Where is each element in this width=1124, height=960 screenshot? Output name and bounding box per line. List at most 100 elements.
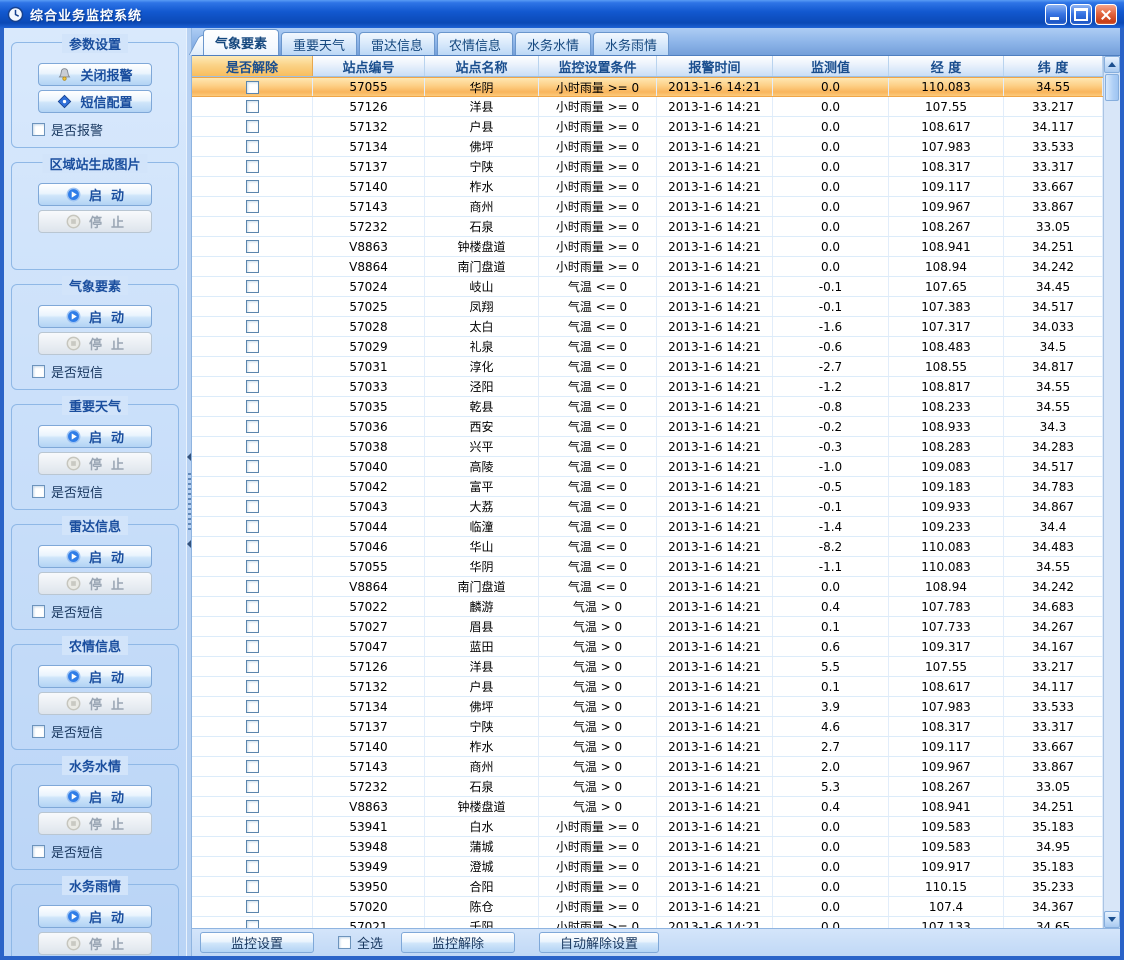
table-row[interactable]: 57042富平气温 <= 02013-1-6 14:21-0.5109.1833…	[192, 477, 1103, 497]
table-row[interactable]: 57132户县气温 > 02013-1-6 14:210.1108.61734.…	[192, 677, 1103, 697]
table-row[interactable]: 57055华阴气温 <= 02013-1-6 14:21-1.1110.0833…	[192, 557, 1103, 577]
table-row[interactable]: 57232石泉小时雨量 >= 02013-1-6 14:210.0108.267…	[192, 217, 1103, 237]
column-header-3[interactable]: 站点名称	[425, 56, 539, 76]
scrollbar-thumb[interactable]	[1105, 74, 1119, 101]
tab-3[interactable]: 雷达信息	[359, 32, 435, 55]
vertical-scrollbar[interactable]	[1103, 56, 1120, 928]
column-header-5[interactable]: 报警时间	[657, 56, 773, 76]
table-row[interactable]: 57029礼泉气温 <= 02013-1-6 14:21-0.6108.4833…	[192, 337, 1103, 357]
sms-enabled-checkbox[interactable]: 是否短信	[32, 722, 170, 741]
row-checkbox[interactable]	[246, 660, 259, 673]
column-header-8[interactable]: 纬 度	[1004, 56, 1103, 76]
table-row[interactable]: V8863钟楼盘道气温 > 02013-1-6 14:210.4108.9413…	[192, 797, 1103, 817]
table-row[interactable]: 57035乾县气温 <= 02013-1-6 14:21-0.8108.2333…	[192, 397, 1103, 417]
start-button[interactable]: 启 动	[38, 183, 152, 206]
table-row[interactable]: V8864南门盘道气温 <= 02013-1-6 14:210.0108.943…	[192, 577, 1103, 597]
start-button[interactable]: 启 动	[38, 905, 152, 928]
row-checkbox[interactable]	[246, 520, 259, 533]
checkbox-box[interactable]	[32, 365, 45, 378]
row-checkbox[interactable]	[246, 180, 259, 193]
row-checkbox[interactable]	[246, 500, 259, 513]
row-checkbox[interactable]	[246, 200, 259, 213]
row-checkbox[interactable]	[246, 300, 259, 313]
monitor-release-button[interactable]: 监控解除	[401, 932, 515, 953]
start-button[interactable]: 启 动	[38, 665, 152, 688]
table-row[interactable]: 57134佛坪气温 > 02013-1-6 14:213.9107.98333.…	[192, 697, 1103, 717]
table-row[interactable]: 57140柞水小时雨量 >= 02013-1-6 14:210.0109.117…	[192, 177, 1103, 197]
start-button[interactable]: 启 动	[38, 425, 152, 448]
splitter-collapse-icon[interactable]	[187, 453, 191, 461]
table-row[interactable]: 57038兴平气温 <= 02013-1-6 14:21-0.3108.2833…	[192, 437, 1103, 457]
table-row[interactable]: 57055华阴小时雨量 >= 02013-1-6 14:210.0110.083…	[192, 77, 1103, 97]
row-checkbox[interactable]	[246, 120, 259, 133]
table-row[interactable]: 57025凤翔气温 <= 02013-1-6 14:21-0.1107.3833…	[192, 297, 1103, 317]
row-checkbox[interactable]	[246, 620, 259, 633]
column-header-1[interactable]: 是否解除	[192, 56, 313, 76]
table-row[interactable]: 57137宁陕气温 > 02013-1-6 14:214.6108.31733.…	[192, 717, 1103, 737]
checkbox-box[interactable]	[32, 725, 45, 738]
table-row[interactable]: 53948蒲城小时雨量 >= 02013-1-6 14:210.0109.583…	[192, 837, 1103, 857]
stop-button[interactable]: 停 止	[38, 572, 152, 595]
maximize-button[interactable]	[1070, 4, 1092, 25]
tab-1[interactable]: 气象要素	[203, 29, 279, 55]
row-checkbox[interactable]	[246, 340, 259, 353]
row-checkbox[interactable]	[246, 540, 259, 553]
stop-button[interactable]: 停 止	[38, 210, 152, 233]
table-row[interactable]: 57022麟游气温 > 02013-1-6 14:210.4107.78334.…	[192, 597, 1103, 617]
table-row[interactable]: V8863钟楼盘道小时雨量 >= 02013-1-6 14:210.0108.9…	[192, 237, 1103, 257]
alarm-enabled-checkbox[interactable]: 是否报警	[32, 120, 170, 139]
row-checkbox[interactable]	[246, 81, 259, 94]
table-row[interactable]: 57137宁陕小时雨量 >= 02013-1-6 14:210.0108.317…	[192, 157, 1103, 177]
column-header-4[interactable]: 监控设置条件	[539, 56, 657, 76]
row-checkbox[interactable]	[246, 580, 259, 593]
row-checkbox[interactable]	[246, 140, 259, 153]
row-checkbox[interactable]	[246, 800, 259, 813]
tab-6[interactable]: 水务雨情	[593, 32, 669, 55]
tab-5[interactable]: 水务水情	[515, 32, 591, 55]
row-checkbox[interactable]	[246, 440, 259, 453]
table-row[interactable]: 57126洋县气温 > 02013-1-6 14:215.5107.5533.2…	[192, 657, 1103, 677]
sms-config-button[interactable]: 短信配置	[38, 90, 152, 113]
table-row[interactable]: 57232石泉气温 > 02013-1-6 14:215.3108.26733.…	[192, 777, 1103, 797]
column-header-6[interactable]: 监测值	[773, 56, 889, 76]
table-row[interactable]: 57044临潼气温 <= 02013-1-6 14:21-1.4109.2333…	[192, 517, 1103, 537]
table-row[interactable]: 57027眉县气温 > 02013-1-6 14:210.1107.73334.…	[192, 617, 1103, 637]
checkbox-box[interactable]	[338, 936, 351, 949]
scroll-down-button[interactable]	[1104, 911, 1120, 928]
sidebar-splitter[interactable]	[186, 28, 192, 956]
row-checkbox[interactable]	[246, 320, 259, 333]
table-row[interactable]: 57020陈仓小时雨量 >= 02013-1-6 14:210.0107.434…	[192, 897, 1103, 917]
table-row[interactable]: 57132户县小时雨量 >= 02013-1-6 14:210.0108.617…	[192, 117, 1103, 137]
row-checkbox[interactable]	[246, 900, 259, 913]
select-all-checkbox[interactable]: 全选	[338, 933, 383, 952]
close-button[interactable]	[1095, 4, 1117, 25]
stop-button[interactable]: 停 止	[38, 692, 152, 715]
sms-enabled-checkbox[interactable]: 是否短信	[32, 362, 170, 381]
column-header-2[interactable]: 站点编号	[313, 56, 425, 76]
row-checkbox[interactable]	[246, 780, 259, 793]
checkbox-box[interactable]	[32, 123, 45, 136]
row-checkbox[interactable]	[246, 860, 259, 873]
row-checkbox[interactable]	[246, 380, 259, 393]
scroll-up-button[interactable]	[1104, 56, 1120, 73]
checkbox-box[interactable]	[32, 485, 45, 498]
row-checkbox[interactable]	[246, 820, 259, 833]
table-row[interactable]: 57140柞水气温 > 02013-1-6 14:212.7109.11733.…	[192, 737, 1103, 757]
table-row[interactable]: 57047蓝田气温 > 02013-1-6 14:210.6109.31734.…	[192, 637, 1103, 657]
row-checkbox[interactable]	[246, 880, 259, 893]
tab-4[interactable]: 农情信息	[437, 32, 513, 55]
row-checkbox[interactable]	[246, 680, 259, 693]
table-row[interactable]: 57021千阳小时雨量 >= 02013-1-6 14:210.0107.133…	[192, 917, 1103, 928]
stop-button[interactable]: 停 止	[38, 932, 152, 955]
scrollbar-track[interactable]	[1104, 102, 1120, 911]
table-row[interactable]: 57040高陵气温 <= 02013-1-6 14:21-1.0109.0833…	[192, 457, 1103, 477]
row-checkbox[interactable]	[246, 220, 259, 233]
table-row[interactable]: 57126洋县小时雨量 >= 02013-1-6 14:210.0107.553…	[192, 97, 1103, 117]
sms-enabled-checkbox[interactable]: 是否短信	[32, 602, 170, 621]
row-checkbox[interactable]	[246, 740, 259, 753]
row-checkbox[interactable]	[246, 240, 259, 253]
row-checkbox[interactable]	[246, 400, 259, 413]
table-row[interactable]: 57043大荔气温 <= 02013-1-6 14:21-0.1109.9333…	[192, 497, 1103, 517]
table-row[interactable]: 57036西安气温 <= 02013-1-6 14:21-0.2108.9333…	[192, 417, 1103, 437]
row-checkbox[interactable]	[246, 460, 259, 473]
